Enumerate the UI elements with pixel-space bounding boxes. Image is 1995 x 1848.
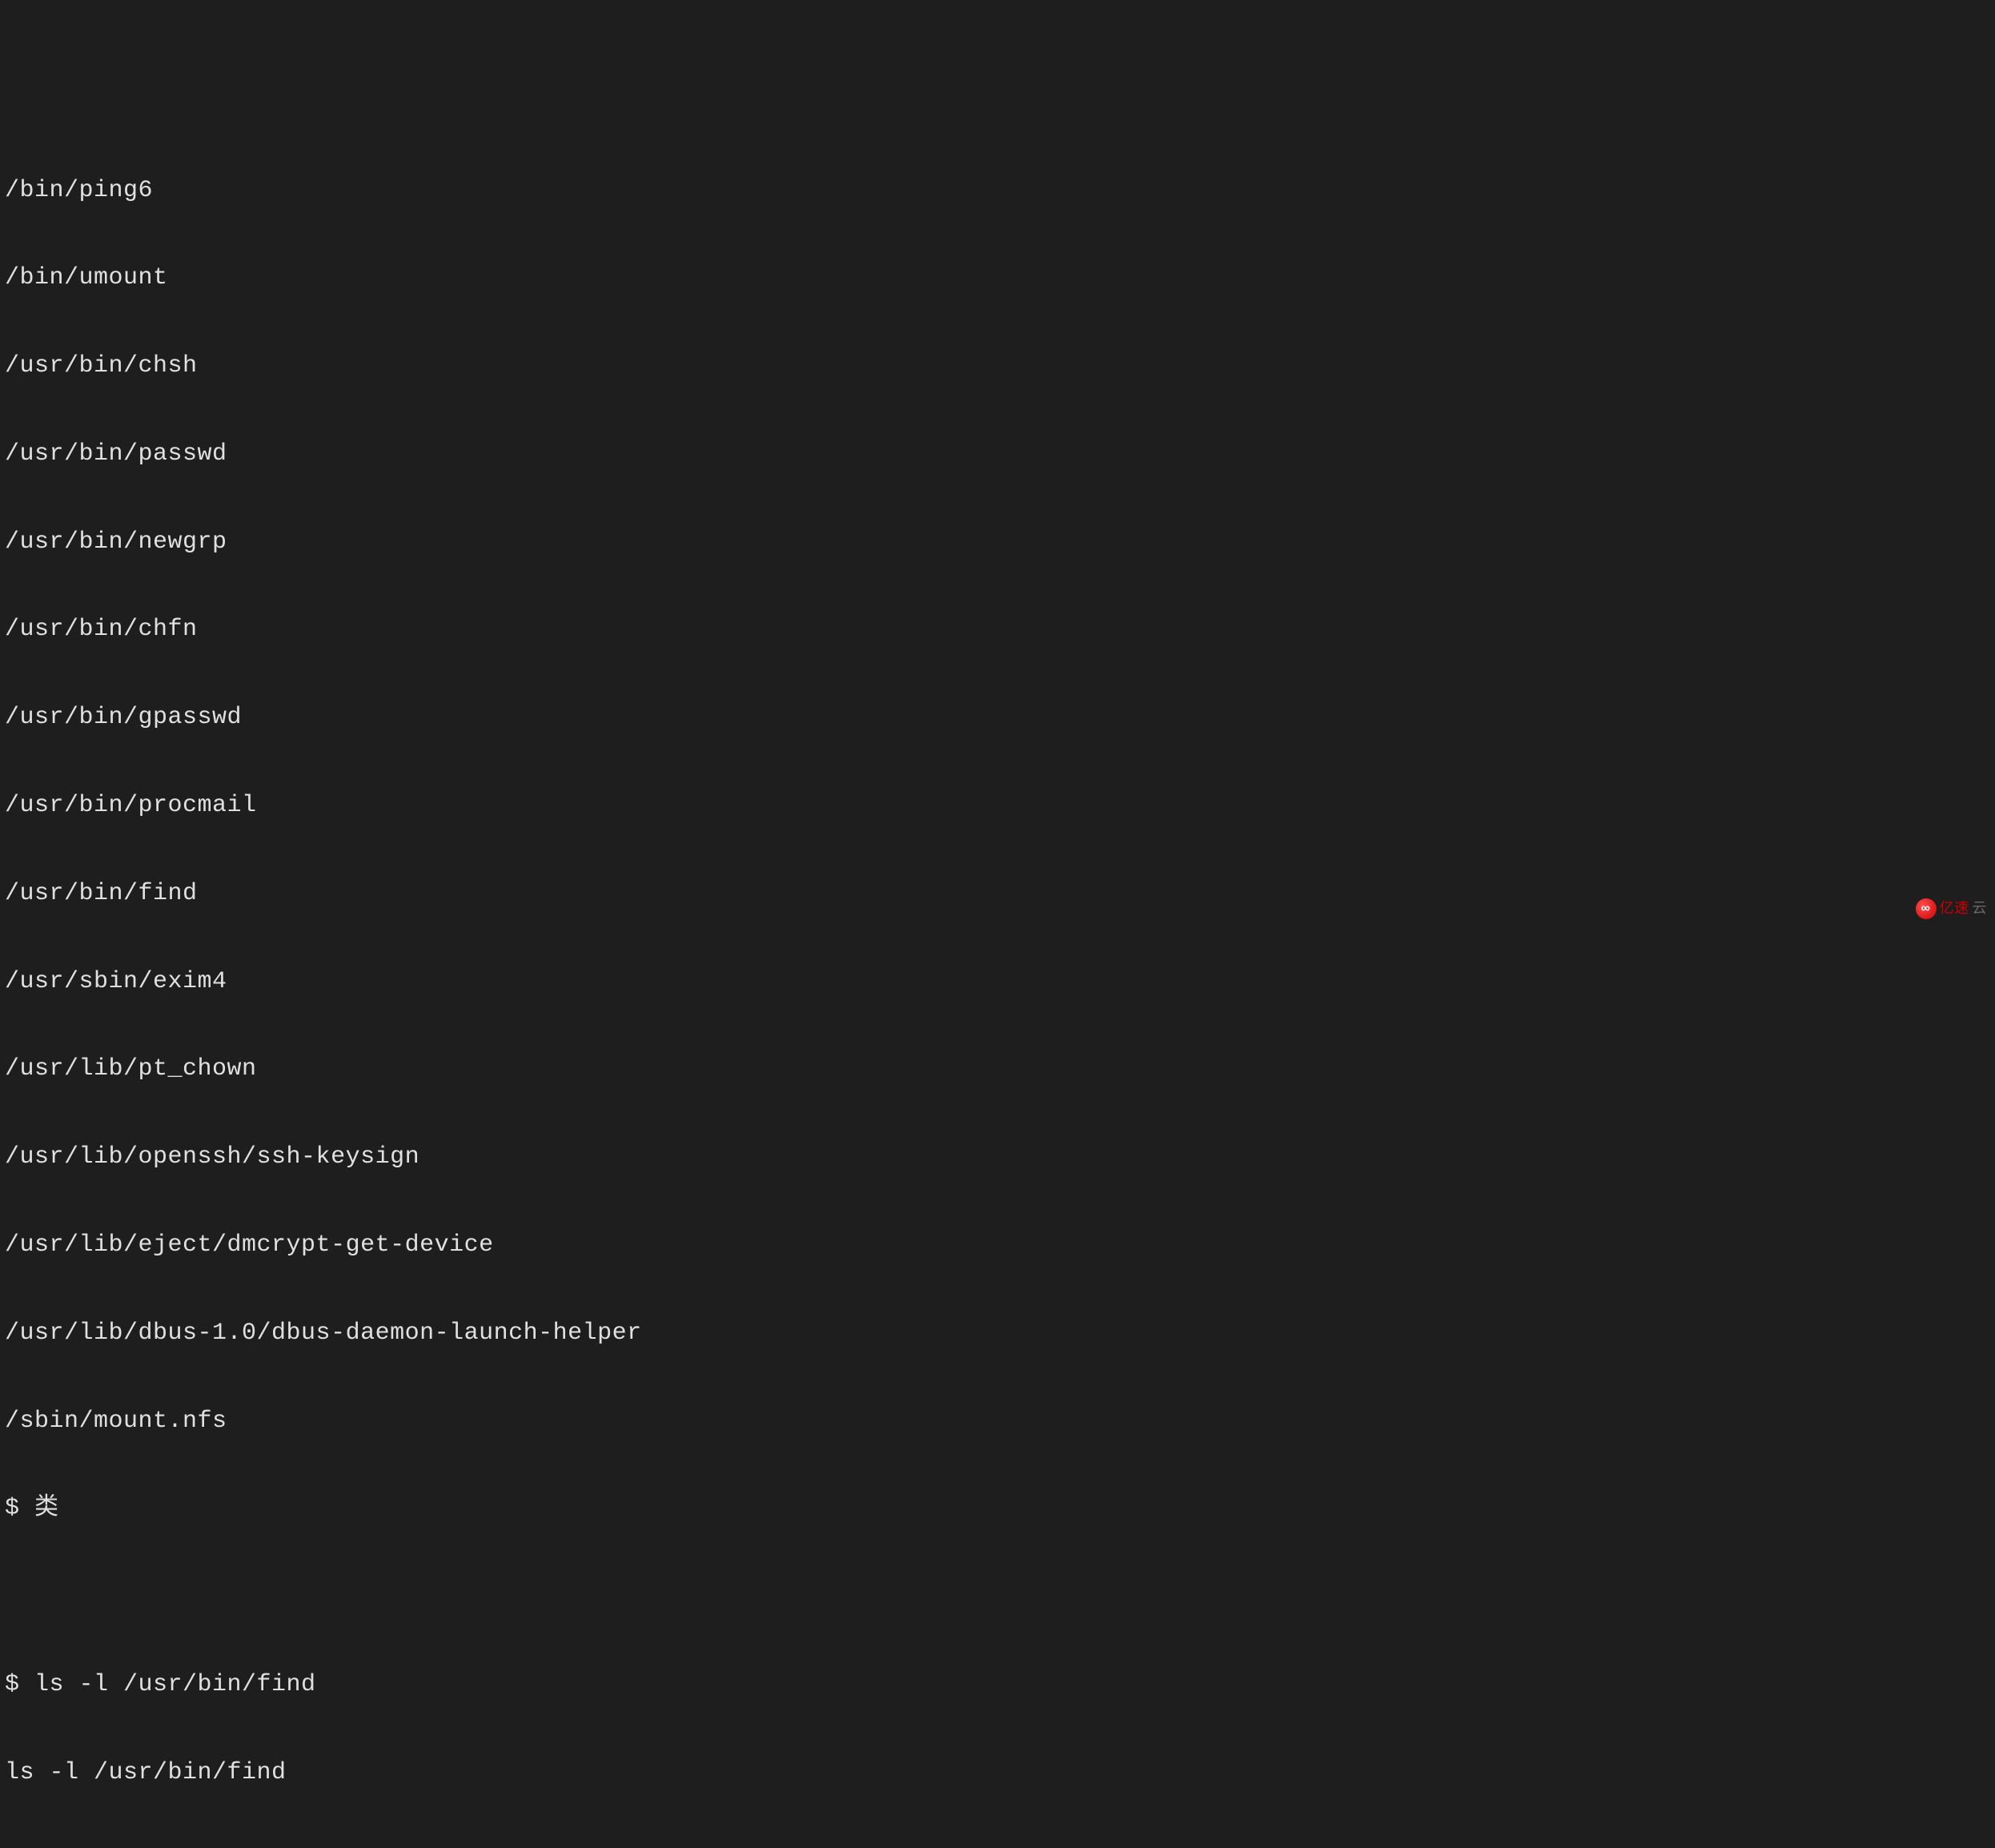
output-line: /usr/bin/chfn [5, 615, 1990, 645]
output-line: /usr/bin/procmail [5, 791, 1990, 821]
output-line: /usr/bin/chsh [5, 352, 1990, 381]
output-line: /bin/ping6 [5, 176, 1990, 206]
watermark-text: 云 [1973, 900, 1988, 918]
terminal-output[interactable]: /bin/ping6 /bin/umount /usr/bin/chsh /us… [5, 117, 1990, 1848]
output-line: /usr/bin/find [5, 879, 1990, 909]
watermark-logo-icon [1916, 898, 1937, 919]
output-line: -rwsr-xr-x 1 root root 162424 Jan 6 2012… [5, 1846, 1990, 1848]
output-line: /usr/lib/dbus-1.0/dbus-daemon-launch-hel… [5, 1319, 1990, 1348]
blank-line [5, 1582, 1990, 1612]
output-line: /bin/umount [5, 263, 1990, 293]
output-line: /usr/lib/pt_chown [5, 1055, 1990, 1084]
output-line: /usr/sbin/exim4 [5, 967, 1990, 997]
output-line: /usr/bin/gpasswd [5, 703, 1990, 733]
output-line: /usr/bin/passwd [5, 440, 1990, 469]
prompt-line: $ ls -l /usr/bin/find [5, 1670, 1990, 1700]
watermark-text: 亿速 [1940, 900, 1969, 918]
output-line: /sbin/mount.nfs [5, 1407, 1990, 1436]
output-line: /usr/lib/eject/dmcrypt-get-device [5, 1231, 1990, 1260]
prompt-line: $ 类 [5, 1494, 1990, 1524]
output-line: /usr/bin/newgrp [5, 528, 1990, 557]
output-line: /usr/lib/openssh/ssh-keysign [5, 1143, 1990, 1172]
output-line: ls -l /usr/bin/find [5, 1758, 1990, 1788]
watermark-badge: 亿速云 [1916, 898, 1988, 919]
